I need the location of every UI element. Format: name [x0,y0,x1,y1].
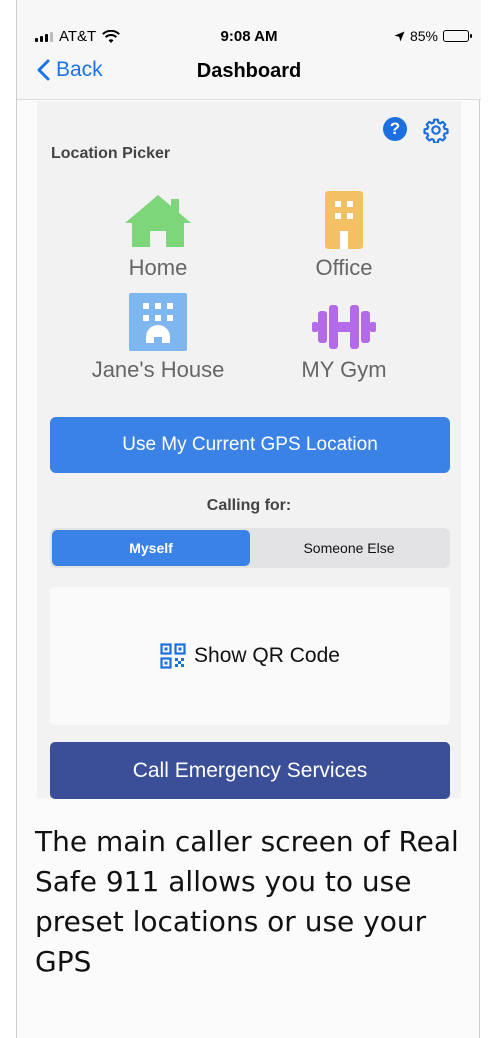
location-janes-house-label: Jane's House [91,357,225,382]
page-title: Dashboard [196,60,302,82]
location-arrow-icon [394,31,405,41]
show-qr-code-button[interactable]: Show QR Code [50,587,450,725]
location-my-gym[interactable]: MY Gym [259,289,429,383]
gear-icon[interactable] [423,117,449,143]
location-my-gym-label: MY Gym [301,357,387,382]
apartment-icon [129,293,187,351]
top-icons: ? [383,117,449,143]
qr-code-icon [160,643,186,669]
location-office-label: Office [315,255,373,280]
show-qr-code-label: Show QR Code [194,644,340,667]
calling-for-segmented-control: Myself Someone Else [50,528,450,568]
navigation-bar: Back Dashboard [17,44,481,100]
status-bar: AT&T 9:08 AM 85% [17,0,481,45]
battery-percent: 85% [409,28,438,44]
calling-for-label: Calling for: [206,497,292,514]
location-home[interactable]: Home [73,187,243,281]
dashboard-content: ? Location Picker Home Office Jane's Hou… [37,101,461,799]
battery-status: 85% [394,28,472,44]
use-gps-location-button[interactable]: Use My Current GPS Location [50,417,450,473]
location-picker-label: Location Picker [51,145,171,162]
call-emergency-services-button[interactable]: Call Emergency Services [50,742,450,799]
segment-someone-else[interactable]: Someone Else [250,530,448,566]
location-janes-house[interactable]: Jane's House [73,289,243,383]
help-icon[interactable]: ? [383,117,407,141]
office-building-icon [325,191,363,249]
qr-card: Show QR Code [50,587,450,725]
location-office[interactable]: Office [259,187,429,281]
house-icon [125,195,191,247]
dumbbell-icon [312,305,376,349]
phone-screenshot-frame: AT&T 9:08 AM 85% Back Dashboard ? Locati… [16,0,481,1038]
location-home-label: Home [128,255,188,280]
segment-myself[interactable]: Myself [52,530,250,566]
battery-icon [443,30,472,42]
screenshot-caption: The main caller screen of Real Safe 911 … [35,825,459,978]
